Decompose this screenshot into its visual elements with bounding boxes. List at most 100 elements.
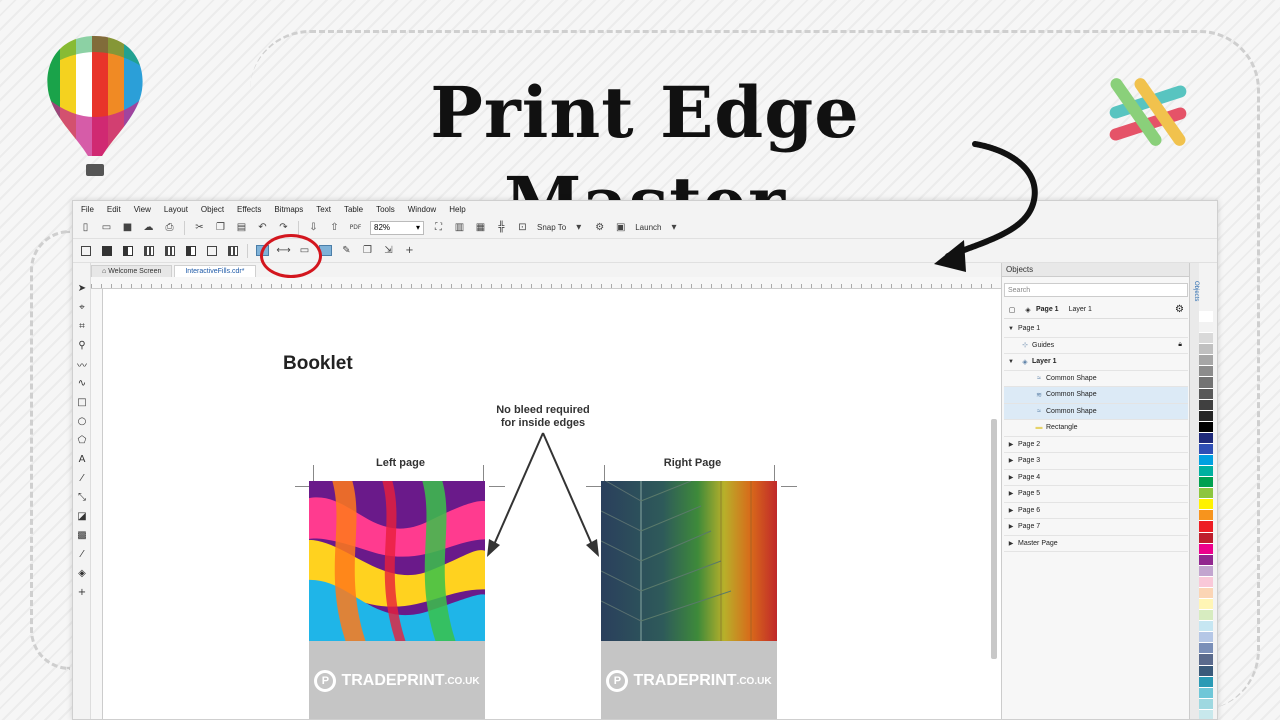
menu-effects[interactable]: Effects	[237, 205, 261, 214]
copy-icon[interactable]: ❐	[214, 221, 227, 234]
copy-fill-icon[interactable]: ❐	[361, 244, 374, 257]
fountain-fill-icon[interactable]	[121, 244, 134, 257]
crop-tool-icon[interactable]: ⌗	[73, 317, 91, 336]
cloud-upload-icon[interactable]: ☁	[142, 221, 155, 234]
parallel-dimension-icon[interactable]: ⁄	[73, 469, 91, 488]
color-swatch[interactable]	[1199, 643, 1213, 655]
undo-icon[interactable]: ↶	[256, 221, 269, 234]
color-swatch[interactable]	[1199, 698, 1213, 710]
color-swatch[interactable]	[1199, 709, 1213, 719]
color-swatch[interactable]	[1199, 443, 1213, 456]
menu-layout[interactable]: Layout	[164, 205, 188, 214]
expand-triangle-icon[interactable]: ▶	[1004, 490, 1018, 497]
color-swatch[interactable]	[1199, 466, 1213, 478]
polygon-tool-icon[interactable]: ⬠	[73, 431, 91, 450]
expand-triangle-icon[interactable]: ▶	[1004, 474, 1018, 481]
tab-welcome-screen[interactable]: ⌂ Welcome Screen	[91, 265, 173, 277]
expand-triangle-icon[interactable]: ▼	[1004, 326, 1018, 332]
object-row-common-shape[interactable]: ≈ Common Shape	[1004, 371, 1188, 387]
paste-icon[interactable]: ▤	[235, 221, 248, 234]
color-swatch[interactable]	[1199, 366, 1213, 378]
color-swatch[interactable]	[1199, 311, 1213, 323]
two-color-fill-icon[interactable]	[184, 244, 197, 257]
new-document-icon[interactable]: ▯	[79, 221, 92, 234]
color-swatch[interactable]	[1199, 510, 1213, 522]
color-swatch[interactable]	[1199, 654, 1213, 666]
eyedropper-tool-icon[interactable]: ⁄	[73, 545, 91, 564]
color-swatch[interactable]	[1199, 410, 1213, 422]
color-swatch[interactable]	[1199, 543, 1213, 555]
menu-tools[interactable]: Tools	[376, 205, 395, 214]
ellipse-tool-icon[interactable]: ○	[73, 412, 91, 431]
color-swatch[interactable]	[1199, 488, 1213, 500]
artistic-media-icon[interactable]: ∿	[73, 374, 91, 393]
bitmap-pattern-fill-icon[interactable]	[163, 244, 176, 257]
color-swatch[interactable]	[1199, 355, 1213, 367]
color-swatch[interactable]	[1199, 610, 1213, 622]
layers-icon[interactable]: ◈	[1020, 306, 1036, 314]
menu-table[interactable]: Table	[344, 205, 363, 214]
tab-interactive-fills[interactable]: InteractiveFills.cdr*	[174, 265, 256, 277]
object-row-guides[interactable]: ⊹ Guides 🔒︎	[1004, 338, 1188, 354]
color-swatch[interactable]	[1199, 399, 1213, 411]
freehand-tool-icon[interactable]: 〰	[73, 355, 91, 374]
launch-icon[interactable]: ▣	[614, 221, 627, 234]
zoom-level-select[interactable]: 82% ▾	[370, 220, 424, 235]
print-icon[interactable]: ⎙	[163, 221, 176, 234]
expand-triangle-icon[interactable]: ▶	[1004, 457, 1018, 464]
lock-icon[interactable]: 🔒︎	[1178, 341, 1182, 349]
expand-triangle-icon[interactable]: ▶	[1004, 507, 1018, 514]
docker-side-tab[interactable]	[1189, 263, 1199, 719]
chevron-down-icon[interactable]: ▾	[572, 221, 585, 234]
color-swatch[interactable]	[1199, 565, 1213, 577]
postscript-fill-icon[interactable]	[226, 244, 239, 257]
expand-triangle-icon[interactable]: ▶	[1004, 523, 1018, 530]
color-swatch[interactable]	[1199, 432, 1213, 444]
color-swatch[interactable]	[1199, 477, 1213, 489]
menu-edit[interactable]: Edit	[107, 205, 121, 214]
color-swatch[interactable]	[1199, 687, 1213, 699]
color-swatch[interactable]	[1199, 388, 1213, 400]
color-swatch[interactable]	[1199, 377, 1213, 389]
launch-button[interactable]: Launch	[635, 223, 661, 232]
settings-gear-icon[interactable]: ⚙	[593, 221, 606, 234]
chevron-down-icon[interactable]: ▾	[667, 221, 680, 234]
drawing-canvas[interactable]: Booklet No bleed required for inside edg…	[103, 289, 1001, 719]
object-row-page-2[interactable]: ▶ Page 2	[1004, 437, 1188, 453]
color-swatch[interactable]	[1199, 587, 1213, 600]
object-row-page-3[interactable]: ▶ Page 3	[1004, 453, 1188, 470]
color-swatch[interactable]	[1199, 521, 1213, 533]
object-row-page-1[interactable]: ▼ Page 1	[1004, 321, 1188, 338]
object-row-master-page[interactable]: ▶ Master Page	[1004, 536, 1188, 552]
guidelines-icon[interactable]: ╬	[495, 221, 508, 234]
color-swatch[interactable]	[1199, 421, 1213, 433]
redo-icon[interactable]: ↷	[277, 221, 290, 234]
object-row-page-6[interactable]: ▶ Page 6	[1004, 503, 1188, 519]
zoom-tool-icon[interactable]: ⚲	[73, 336, 91, 355]
color-swatch[interactable]	[1199, 676, 1213, 688]
vector-pattern-fill-icon[interactable]	[142, 244, 155, 257]
menu-help[interactable]: Help	[449, 205, 465, 214]
snap-to-icon[interactable]: ⊡	[516, 221, 529, 234]
color-swatch[interactable]	[1199, 576, 1213, 588]
color-swatch[interactable]	[1199, 632, 1213, 644]
color-swatch[interactable]	[1199, 554, 1213, 566]
expand-triangle-icon[interactable]: ▶	[1004, 540, 1018, 547]
object-row-page-5[interactable]: ▶ Page 5	[1004, 486, 1188, 503]
object-row-layer-1[interactable]: ▼ ◈ Layer 1	[1004, 354, 1188, 371]
transparency-tool-icon[interactable]: ▩	[73, 526, 91, 545]
color-swatch[interactable]	[1199, 621, 1213, 633]
object-row-page-7[interactable]: ▶ Page 7	[1004, 519, 1188, 536]
color-swatch[interactable]	[1199, 665, 1213, 677]
cut-icon[interactable]: ✂	[193, 221, 206, 234]
page-icon[interactable]: ▢	[1004, 306, 1020, 314]
drop-shadow-icon[interactable]: ◪	[73, 507, 91, 526]
object-row-common-shape[interactable]: ≋ Common Shape	[1004, 387, 1188, 404]
snap-to-button[interactable]: Snap To	[537, 223, 566, 232]
vertical-scrollbar[interactable]	[991, 419, 997, 659]
object-row-common-shape[interactable]: ≈ Common Shape	[1004, 403, 1188, 420]
menu-object[interactable]: Object	[201, 205, 224, 214]
color-swatch[interactable]	[1199, 344, 1213, 356]
object-row-rectangle[interactable]: ▬ Rectangle	[1004, 420, 1188, 437]
expand-triangle-icon[interactable]: ▼	[1004, 359, 1018, 365]
